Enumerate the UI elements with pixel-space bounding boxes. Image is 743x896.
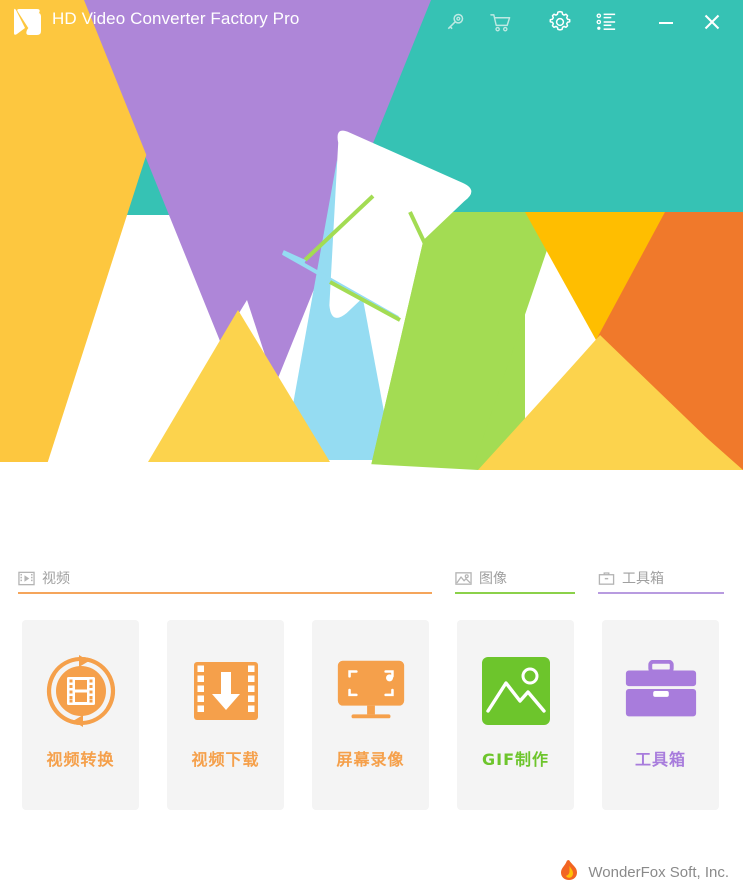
- card-toolbox[interactable]: 工具箱: [602, 620, 719, 810]
- screen-record-icon: [332, 652, 410, 730]
- film-strip-icon: [18, 571, 35, 585]
- toolbox-icon: [598, 571, 615, 585]
- window-title: HD Video Converter Factory Pro: [52, 9, 300, 28]
- cart-icon[interactable]: [477, 0, 523, 44]
- tab-image-underline: [455, 592, 575, 594]
- card-screen-record[interactable]: 屏幕录像: [312, 620, 429, 810]
- card-toolbox-label: 工具箱: [634, 750, 686, 769]
- hero-geometric-artwork: [0, 0, 743, 540]
- hero-banner: [0, 0, 743, 540]
- tab-image[interactable]: 图像: [455, 560, 507, 596]
- toolbox-solid-icon: [622, 652, 700, 730]
- tab-toolbox-label: 工具箱: [622, 571, 664, 587]
- card-video-download[interactable]: 视频下载: [167, 620, 284, 810]
- card-video-download-label: 视频下载: [191, 750, 260, 769]
- app-play-logo-icon: [10, 6, 44, 38]
- title-bar: HD Video Converter Factory Pro: [0, 0, 743, 44]
- tab-video[interactable]: 视频: [18, 560, 70, 596]
- card-video-convert[interactable]: 视频转换: [22, 620, 139, 810]
- footer-brand: WonderFox Soft, Inc.: [559, 859, 729, 886]
- tab-video-label: 视频: [42, 571, 70, 587]
- card-video-convert-label: 视频转换: [46, 750, 115, 769]
- gif-maker-icon: [477, 652, 555, 730]
- card-gif-maker[interactable]: GIF制作: [457, 620, 574, 810]
- window-controls: [431, 0, 735, 44]
- card-gif-maker-label: GIF制作: [481, 750, 550, 769]
- feature-cards: 视频转换 视频下载 屏幕录像 GIF制作 工具箱: [0, 620, 743, 812]
- tab-toolbox[interactable]: 工具箱: [598, 560, 664, 596]
- close-icon[interactable]: [689, 0, 735, 44]
- tab-video-underline: [18, 592, 432, 594]
- list-icon[interactable]: [583, 0, 629, 44]
- footer-brand-text: WonderFox Soft, Inc.: [588, 864, 729, 881]
- wonderfox-flame-icon: [559, 859, 579, 886]
- control-spacer: [523, 0, 537, 44]
- image-icon: [455, 571, 472, 585]
- control-spacer-2: [629, 0, 643, 44]
- minimize-icon[interactable]: [643, 0, 689, 44]
- video-convert-icon: [42, 652, 120, 730]
- application-window: HD Video Converter Factory Pro 视频 图像 工具箱…: [0, 0, 743, 896]
- tab-image-label: 图像: [479, 571, 507, 587]
- card-screen-record-label: 屏幕录像: [336, 750, 405, 769]
- video-download-icon: [187, 652, 265, 730]
- tab-toolbox-underline: [598, 592, 724, 594]
- section-tabs: 视频 图像 工具箱: [0, 560, 743, 600]
- key-icon[interactable]: [431, 0, 477, 44]
- gear-icon[interactable]: [537, 0, 583, 44]
